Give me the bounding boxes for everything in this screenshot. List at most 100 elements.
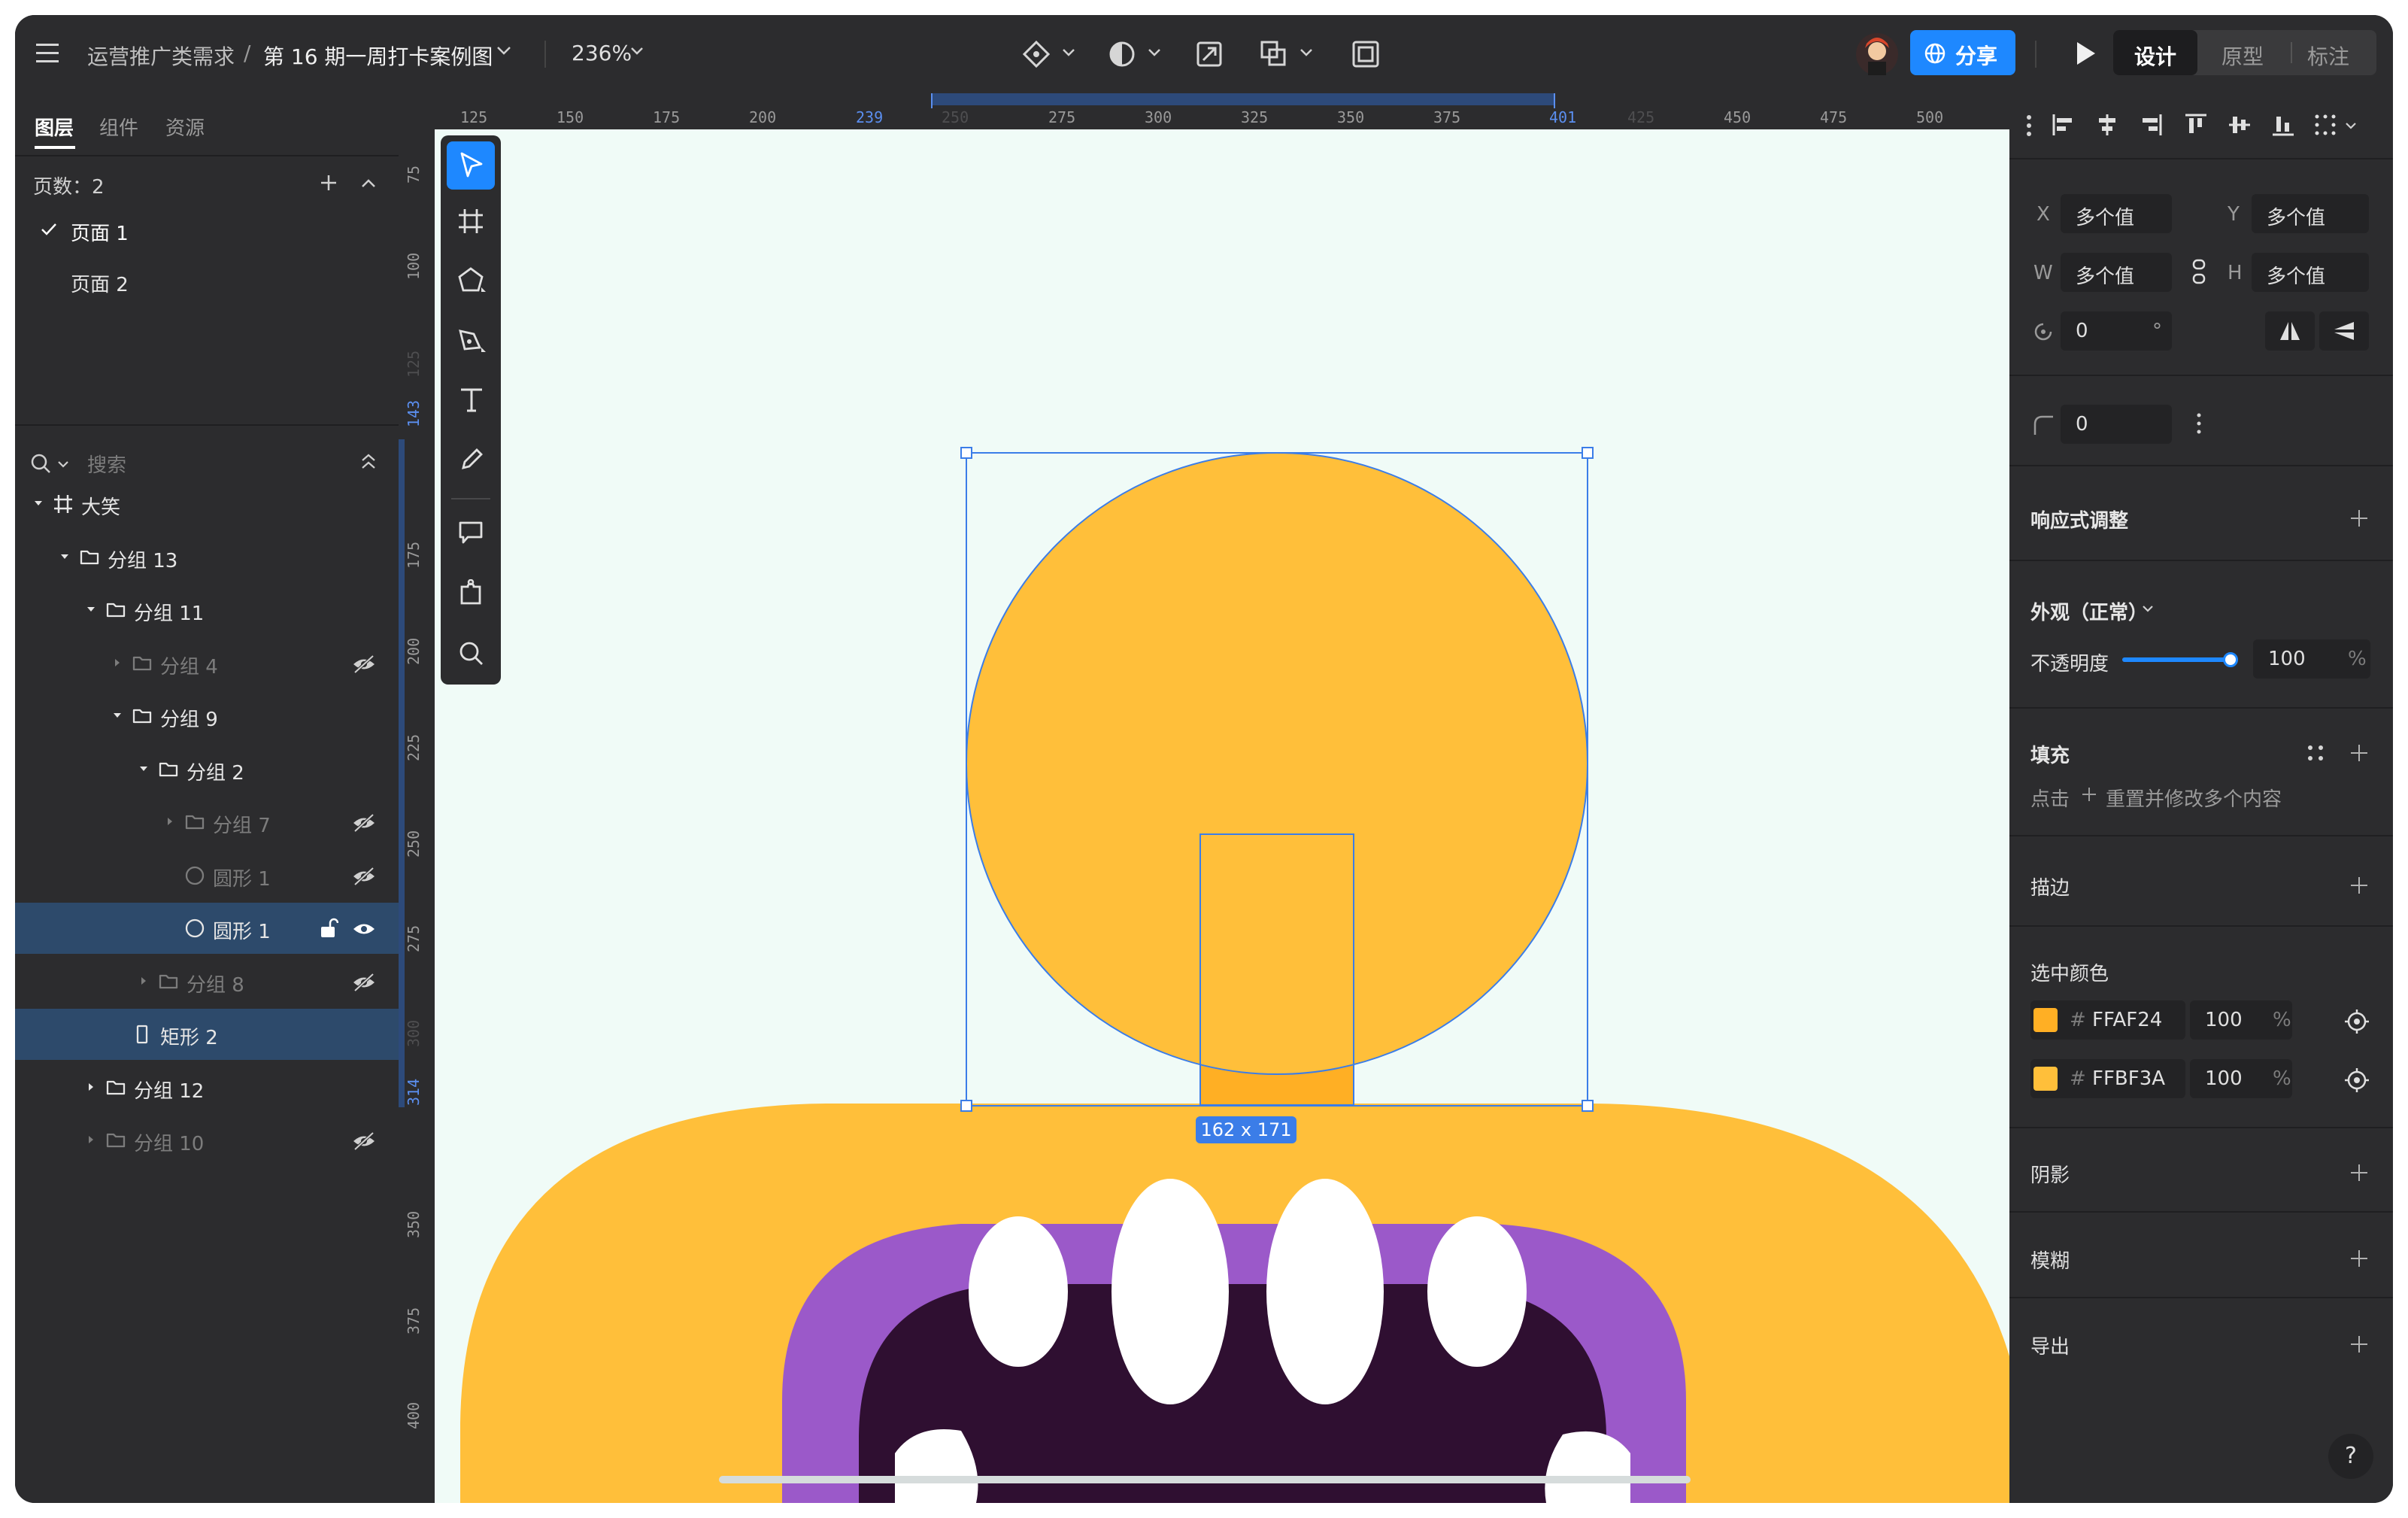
mask-icon[interactable] (1107, 39, 1137, 69)
layer-row[interactable]: 分组 12 (15, 1062, 399, 1113)
align-center-v-icon[interactable] (2228, 113, 2252, 137)
unlock-icon[interactable] (319, 918, 338, 939)
h-field[interactable]: 多个值 (2252, 253, 2369, 292)
caret-right-icon[interactable] (86, 1082, 96, 1092)
opacity-slider-knob[interactable] (2223, 652, 2238, 667)
collapse-pages-icon[interactable] (361, 178, 376, 188)
move-tool-button[interactable] (447, 141, 495, 190)
rotation-field[interactable]: 0 ° (2061, 311, 2172, 351)
help-button[interactable]: ? (2328, 1434, 2373, 1479)
chevron-down-icon[interactable] (1062, 48, 1075, 57)
tab-layers[interactable]: 图层 (35, 113, 74, 141)
constrain-proportions-icon[interactable] (2191, 259, 2206, 284)
layer-row[interactable]: 大笑 (15, 478, 399, 530)
boolean-icon[interactable] (1259, 39, 1289, 69)
color-hex-field[interactable]: # FFAF24 (2030, 1000, 2185, 1040)
text-tool-icon[interactable] (459, 387, 484, 414)
eye-off-icon[interactable] (352, 973, 376, 992)
frame-fit-icon[interactable] (1351, 39, 1381, 69)
horizontal-scrollbar[interactable] (719, 1476, 1691, 1483)
align-right-icon[interactable] (2139, 113, 2163, 137)
chevron-down-icon[interactable] (57, 460, 69, 469)
play-icon[interactable] (2074, 41, 2097, 66)
add-page-icon[interactable] (320, 175, 337, 191)
opacity-field[interactable]: 100% (2253, 639, 2370, 679)
add-blur-icon[interactable] (2351, 1250, 2367, 1267)
color-hex-field[interactable]: # FFBF3A (2030, 1059, 2185, 1098)
caret-right-icon[interactable] (138, 976, 149, 986)
search-input[interactable]: 搜索 (87, 450, 126, 478)
caret-right-icon[interactable] (86, 1134, 96, 1145)
align-top-icon[interactable] (2184, 113, 2208, 137)
color-opacity-field[interactable]: 100% (2190, 1000, 2292, 1040)
eye-off-icon[interactable] (352, 867, 376, 886)
add-export-icon[interactable] (2351, 1336, 2367, 1353)
layer-row[interactable]: 分组 9 (15, 691, 399, 742)
tab-design[interactable]: 设计 (2113, 30, 2197, 75)
pencil-tool-icon[interactable] (459, 445, 484, 472)
color-swatch[interactable] (2033, 1067, 2058, 1091)
tab-prototype[interactable]: 原型 (2221, 41, 2264, 71)
opacity-slider[interactable] (2122, 652, 2238, 667)
pen-tool-icon[interactable] (457, 326, 487, 357)
share-button[interactable]: 分享 (1910, 30, 2015, 75)
tab-components[interactable]: 组件 (99, 113, 138, 141)
corner-radius-field[interactable]: 0 (2061, 405, 2172, 444)
layer-row[interactable]: 圆形 1 (15, 903, 399, 954)
eye-off-icon[interactable] (352, 1131, 376, 1151)
plugin-tool-icon[interactable] (457, 579, 484, 606)
align-center-h-icon[interactable] (2095, 113, 2119, 137)
resize-icon[interactable] (1194, 39, 1224, 69)
main-menu-icon[interactable] (36, 44, 59, 63)
breadcrumb-file[interactable]: 第 16 期一周打卡案例图 (263, 41, 493, 71)
target-icon[interactable] (2345, 1009, 2369, 1034)
caret-right-icon[interactable] (112, 657, 123, 668)
y-field[interactable]: 多个值 (2252, 194, 2369, 233)
layer-row[interactable]: 分组 13 (15, 532, 399, 583)
caret-down-icon[interactable] (138, 764, 149, 774)
fill-hint-plus-icon[interactable] (2082, 787, 2097, 802)
chevron-down-icon[interactable] (2142, 605, 2154, 614)
distribute-icon[interactable] (2313, 113, 2337, 137)
component-icon[interactable] (1021, 39, 1051, 69)
chevron-down-icon[interactable] (630, 47, 644, 56)
layer-row[interactable]: 圆形 1 (15, 850, 399, 901)
tab-annotation[interactable]: 标注 (2307, 41, 2349, 71)
layer-row[interactable]: 分组 11 (15, 584, 399, 636)
page-item-2[interactable]: 页面 2 (15, 257, 399, 305)
caret-down-icon[interactable] (59, 551, 70, 562)
more-vertical-icon[interactable] (2026, 114, 2032, 137)
eye-off-icon[interactable] (352, 654, 376, 674)
page-item-1[interactable]: 页面 1 (15, 206, 399, 254)
layer-row[interactable]: 分组 8 (15, 956, 399, 1007)
breadcrumb-project[interactable]: 运营推广类需求 (87, 41, 235, 71)
collapse-all-icon[interactable] (361, 453, 376, 471)
add-fill-icon[interactable] (2351, 745, 2367, 761)
appearance-section-title[interactable]: 外观（正常） (2030, 597, 2148, 625)
layer-row[interactable]: 分组 4 (15, 638, 399, 689)
eye-off-icon[interactable] (352, 813, 376, 833)
add-stroke-icon[interactable] (2351, 877, 2367, 894)
tab-assets[interactable]: 资源 (165, 113, 205, 141)
layer-row[interactable]: 矩形 2 (15, 1009, 399, 1060)
caret-down-icon[interactable] (86, 604, 96, 615)
chevron-down-icon[interactable] (1148, 48, 1161, 57)
shape-tool-icon[interactable] (457, 266, 487, 296)
caret-down-icon[interactable] (112, 710, 123, 721)
w-field[interactable]: 多个值 (2061, 253, 2172, 292)
caret-right-icon[interactable] (165, 816, 175, 827)
canvas[interactable]: 162 x 171 (435, 129, 2024, 1503)
more-vertical-icon[interactable] (2196, 412, 2202, 435)
eye-icon[interactable] (352, 919, 376, 939)
color-opacity-field[interactable]: 100% (2190, 1059, 2292, 1098)
layer-row[interactable]: 分组 2 (15, 744, 399, 795)
style-grid-icon[interactable] (2307, 745, 2324, 761)
x-field[interactable]: 多个值 (2061, 194, 2172, 233)
caret-down-icon[interactable] (33, 498, 44, 509)
frame-tool-icon[interactable] (457, 208, 484, 235)
chevron-down-icon[interactable] (2345, 122, 2357, 131)
zoom-level[interactable]: 236% (572, 41, 632, 65)
flip-horizontal-button[interactable] (2265, 311, 2315, 351)
color-swatch[interactable] (2033, 1008, 2058, 1032)
search-tool-icon[interactable] (457, 639, 484, 666)
